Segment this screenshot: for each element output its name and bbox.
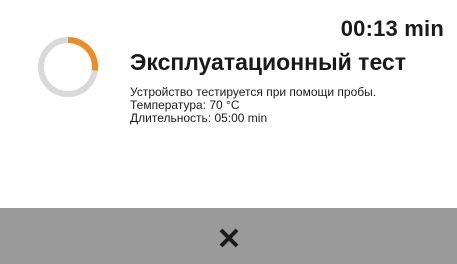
elapsed-timer: 00:13 min <box>340 16 444 41</box>
cancel-button[interactable] <box>0 208 457 264</box>
duration-value: Длительность: 05:00 min <box>130 111 268 125</box>
test-details: Устройство тестируется при помощи пробы.… <box>130 86 376 125</box>
operation-test-screen: 00:13 min Эксплуатационный тест Устройст… <box>0 0 457 264</box>
close-icon <box>219 228 238 248</box>
page-title: Эксплуатационный тест <box>130 49 406 75</box>
progress-ring <box>38 37 98 97</box>
test-info-panel: 00:13 min Эксплуатационный тест Устройст… <box>0 0 457 208</box>
